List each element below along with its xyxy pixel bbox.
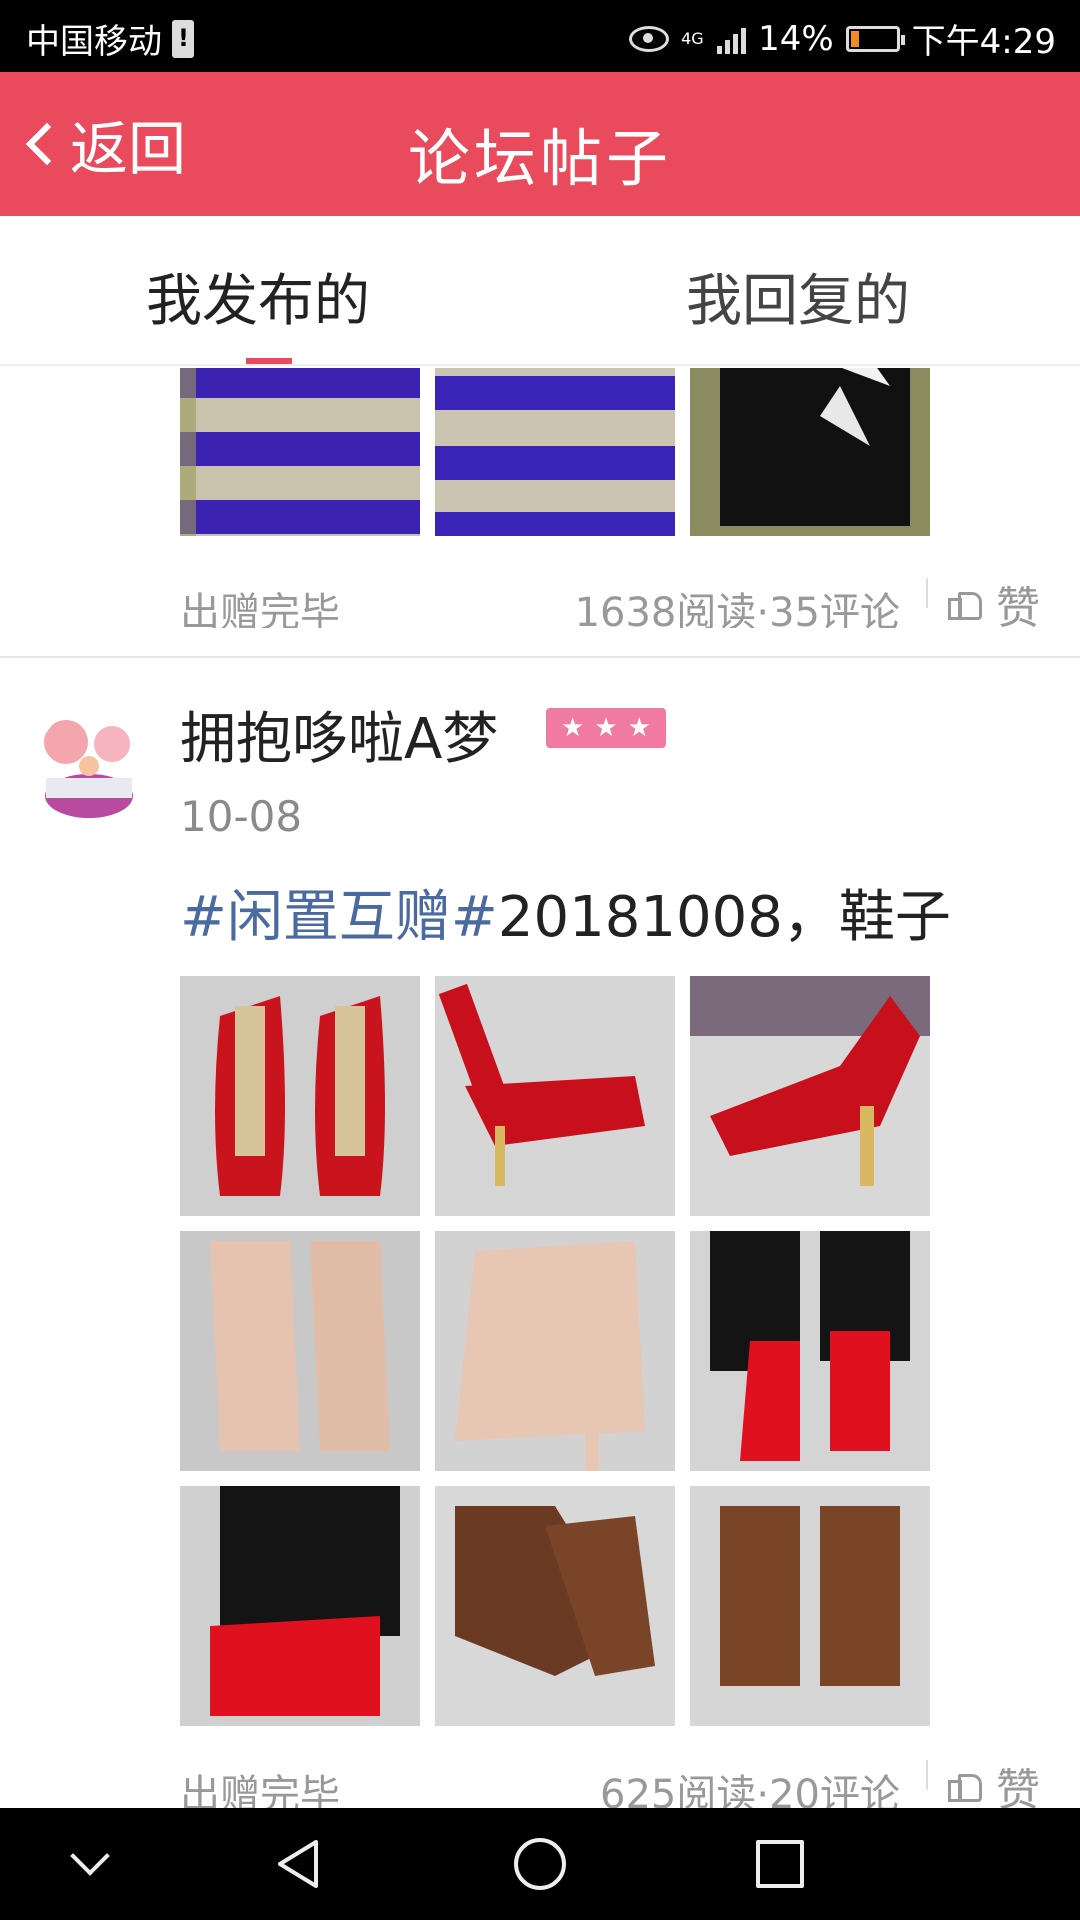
- nav-back-button[interactable]: [272, 1836, 328, 1892]
- clock: 下午4:29: [911, 22, 1056, 62]
- post-image[interactable]: [690, 1231, 930, 1471]
- nav-home-button[interactable]: [512, 1836, 568, 1892]
- nav-recents-button[interactable]: [752, 1836, 808, 1892]
- username[interactable]: 拥抱哆啦A梦: [180, 694, 498, 775]
- post-date: 10-08: [180, 792, 303, 841]
- post-list: 出赠完毕 1638阅读·35评论 赞 拥抱哆啦A梦 ★ ★ ★ 10-08 #闲…: [0, 368, 1080, 1808]
- post-text[interactable]: #闲置互赠#20181008，鞋子: [180, 872, 951, 953]
- post-footer: 出赠完毕 625阅读·20评论 赞: [0, 1750, 1080, 1808]
- thumb-up-icon: [948, 1770, 982, 1802]
- triangle-back-icon: [278, 1840, 318, 1888]
- post-image[interactable]: [690, 1486, 930, 1726]
- tab-my-replies[interactable]: 我回复的: [686, 256, 910, 337]
- eye-comfort-icon: [629, 25, 670, 52]
- tab-my-posts[interactable]: 我发布的: [146, 256, 370, 337]
- tab-bar: 我发布的 我回复的: [0, 216, 1080, 366]
- like-button[interactable]: 赞: [948, 572, 1040, 628]
- post-status: 出赠完毕: [180, 1772, 340, 1808]
- post-status: 出赠完毕: [180, 590, 340, 628]
- post-image[interactable]: [435, 1231, 675, 1471]
- post-image[interactable]: [435, 368, 675, 536]
- post-divider: [0, 656, 1080, 658]
- star-icon: ★: [594, 713, 618, 743]
- avatar[interactable]: [36, 708, 142, 830]
- tab-active-indicator: [246, 358, 292, 364]
- post-image[interactable]: [690, 368, 930, 536]
- level-badge: ★ ★ ★: [546, 708, 666, 748]
- divider: [926, 1760, 928, 1790]
- post-image[interactable]: [180, 1486, 420, 1726]
- post-footer: 出赠完毕 1638阅读·35评论 赞: [0, 568, 1080, 628]
- post-body: 20181008，鞋子: [497, 885, 951, 950]
- post-stats: 625阅读·20评论: [600, 1772, 900, 1808]
- page-title: 论坛帖子: [407, 122, 672, 195]
- post-image[interactable]: [690, 976, 930, 1216]
- thumb-up-icon: [948, 588, 982, 620]
- like-button[interactable]: 赞: [948, 1754, 1040, 1808]
- hashtag-link[interactable]: #闲置互赠#: [180, 885, 498, 950]
- battery-percent: 14%: [758, 18, 834, 59]
- network-type-label: 4G: [681, 28, 704, 48]
- app-header: 返回 论坛帖子: [0, 72, 1080, 216]
- like-label: 赞: [996, 583, 1040, 628]
- post-image[interactable]: [435, 1486, 675, 1726]
- post-image[interactable]: [180, 976, 420, 1216]
- hide-nav-button[interactable]: [62, 1836, 118, 1892]
- post-image[interactable]: [180, 1231, 420, 1471]
- star-icon: ★: [561, 713, 585, 743]
- post-stats: 1638阅读·35评论: [574, 590, 900, 628]
- signal-icon: [717, 24, 747, 54]
- like-label: 赞: [996, 1765, 1040, 1808]
- carrier-label: 中国移动: [26, 22, 162, 62]
- battery-icon: [845, 25, 905, 52]
- post-image[interactable]: [180, 368, 420, 536]
- system-nav-bar: [0, 1808, 1080, 1920]
- post-image[interactable]: [435, 976, 675, 1216]
- star-icon: ★: [627, 713, 651, 743]
- battery-alert-icon: [172, 19, 194, 58]
- divider: [926, 578, 928, 608]
- status-bar: 中国移动 4G 14% 下午4:29: [0, 0, 1080, 72]
